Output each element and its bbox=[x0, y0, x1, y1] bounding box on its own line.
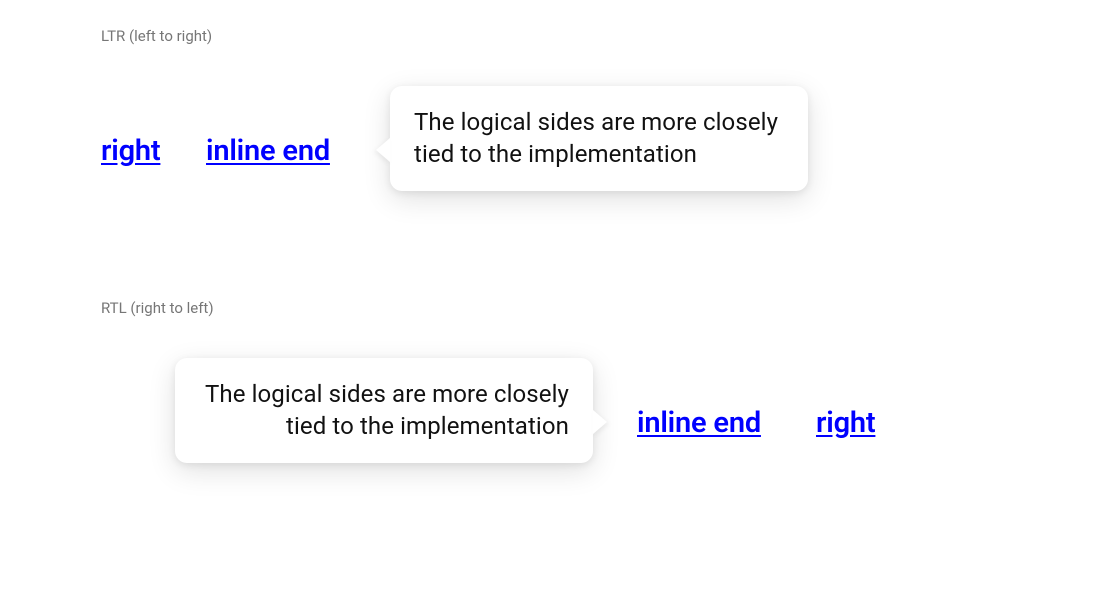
popover-tip-right-icon bbox=[593, 410, 607, 434]
rtl-popover-text: The logical sides are more closely tied … bbox=[205, 380, 569, 440]
ltr-link-right[interactable]: right bbox=[101, 134, 160, 168]
rtl-link-right[interactable]: right bbox=[816, 406, 875, 440]
rtl-link-inline-end[interactable]: inline end bbox=[637, 406, 761, 440]
popover-tip-left-icon bbox=[376, 138, 390, 162]
ltr-popover-text: The logical sides are more closely tied … bbox=[414, 108, 778, 168]
ltr-popover: The logical sides are more closely tied … bbox=[390, 86, 808, 191]
ltr-section-label: LTR (left to right) bbox=[101, 27, 212, 45]
rtl-popover: The logical sides are more closely tied … bbox=[175, 358, 593, 463]
ltr-link-inline-end[interactable]: inline end bbox=[206, 134, 330, 168]
rtl-section-label: RTL (right to left) bbox=[101, 299, 214, 317]
document-canvas: LTR (left to right) right inline end The… bbox=[0, 0, 1118, 589]
